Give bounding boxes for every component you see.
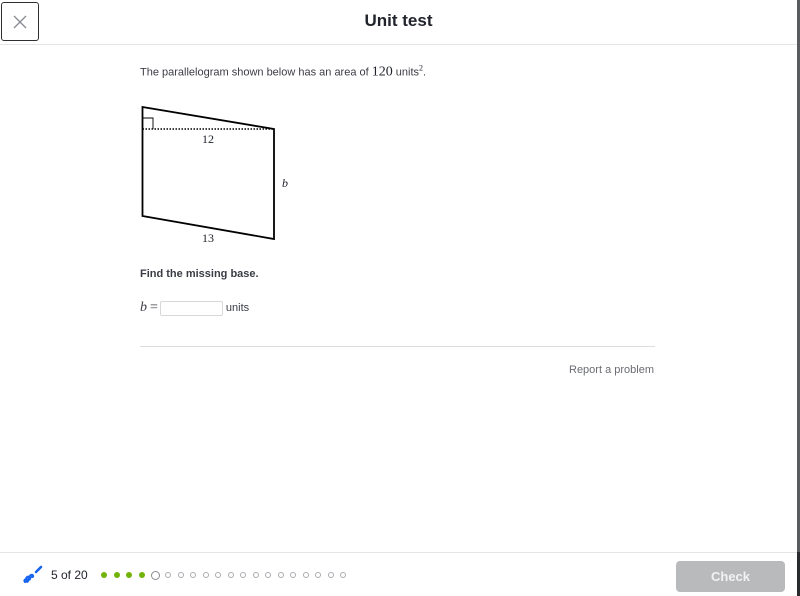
progress-dot-4: [138, 572, 145, 578]
progress-dot-17: [302, 572, 309, 578]
header: Unit test: [0, 0, 797, 45]
prompt-prefix: The parallelogram shown below has an are…: [140, 66, 372, 79]
answer-unit: units: [225, 302, 250, 314]
parallelogram-shape: [141, 105, 275, 241]
question-prompt: The parallelogram shown below has an are…: [140, 63, 426, 81]
footer: 5 of 20 Check: [0, 552, 797, 596]
divider: [140, 346, 655, 347]
progress-dot-7: [177, 572, 184, 578]
skill-squiggle-icon: [23, 565, 43, 584]
question-instruction: Find the missing base.: [140, 268, 259, 280]
parallelogram-diagram: [141, 105, 275, 241]
progress-dot-19: [327, 572, 334, 578]
parallelogram-figure: 12 13 b: [140, 100, 310, 250]
area-unit: units: [392, 66, 420, 79]
progress-dot-6: [165, 572, 171, 578]
progress-dot-18: [315, 572, 321, 578]
progress-dot-2: [113, 572, 120, 578]
prompt-suffix: .: [423, 66, 427, 79]
progress-dot-9: [202, 572, 209, 578]
progress-dot-8: [190, 572, 196, 578]
progress-dot-3: [126, 572, 132, 578]
base-label: 13: [202, 231, 214, 245]
progress-dots: [101, 570, 353, 580]
answer-equals: =: [150, 300, 158, 315]
report-problem-link[interactable]: Report a problem: [569, 364, 654, 376]
area-value: 120: [371, 64, 393, 80]
right-angle-marker: [142, 117, 154, 129]
progress-dot-16: [290, 572, 296, 578]
page-title: Unit test: [364, 11, 433, 30]
height-label: 12: [202, 132, 214, 146]
answer-input[interactable]: [159, 300, 223, 316]
side-label: b: [282, 176, 288, 190]
progress-dot-1: [101, 572, 107, 578]
progress-dot-12: [240, 572, 246, 578]
progress-dot-5: [151, 570, 160, 580]
progress-dot-11: [227, 572, 234, 578]
progress-dot-13: [252, 572, 259, 578]
progress-dot-20: [340, 572, 346, 578]
answer-variable: b: [140, 300, 147, 315]
progress-dot-14: [265, 572, 271, 578]
check-button[interactable]: Check: [676, 561, 785, 592]
progress-dot-15: [277, 572, 284, 578]
progress-dot-10: [215, 572, 221, 578]
answer-row: b = units: [140, 299, 249, 317]
progress-text: 5 of 20: [51, 568, 88, 582]
